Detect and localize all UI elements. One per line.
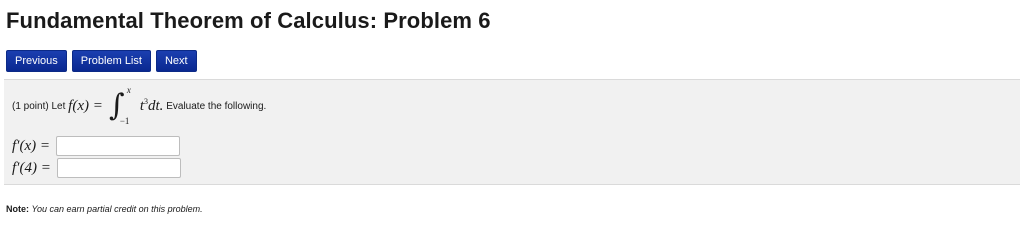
answer-label-derivative-4: f′(4) = [12,159,51,176]
problem-statement: (1 point) Let f(x) = ∫ x −1 t3dt. Evalua… [12,85,267,126]
instruction-text: Evaluate the following. [166,100,267,112]
next-button[interactable]: Next [155,50,197,72]
problem-page: Fundamental Theorem of Calculus: Problem… [0,0,1024,224]
problem-panel: (1 point) Let f(x) = ∫ x −1 t3dt. Evalua… [4,79,1020,185]
partial-credit-note: Note: You can earn partial credit on thi… [6,204,203,214]
function-definition: f(x) = [68,97,103,114]
answer-input-derivative-x[interactable] [55,136,180,156]
integral-symbol: ∫ x −1 [108,85,131,126]
let-label: Let [51,100,66,112]
note-prefix: Note: [6,204,29,214]
previous-button[interactable]: Previous [6,50,67,72]
answer-label-derivative-x: f′(x) = [12,137,50,154]
upper-limit: x [126,85,131,95]
answer-input-derivative-4[interactable] [56,158,181,178]
page-title: Fundamental Theorem of Calculus: Problem… [6,8,491,33]
problem-list-button[interactable]: Problem List [71,50,151,72]
integrand: t3dt. [139,97,164,114]
answer-row-derivative-x: f′(x) = [12,135,180,157]
note-text: You can earn partial credit on this prob… [31,204,203,214]
answer-row-derivative-4: f′(4) = [12,157,181,179]
lower-limit: −1 [119,116,130,126]
problem-navigation: Previous Problem List Next [6,50,197,72]
points-label: (1 point) [12,100,49,112]
